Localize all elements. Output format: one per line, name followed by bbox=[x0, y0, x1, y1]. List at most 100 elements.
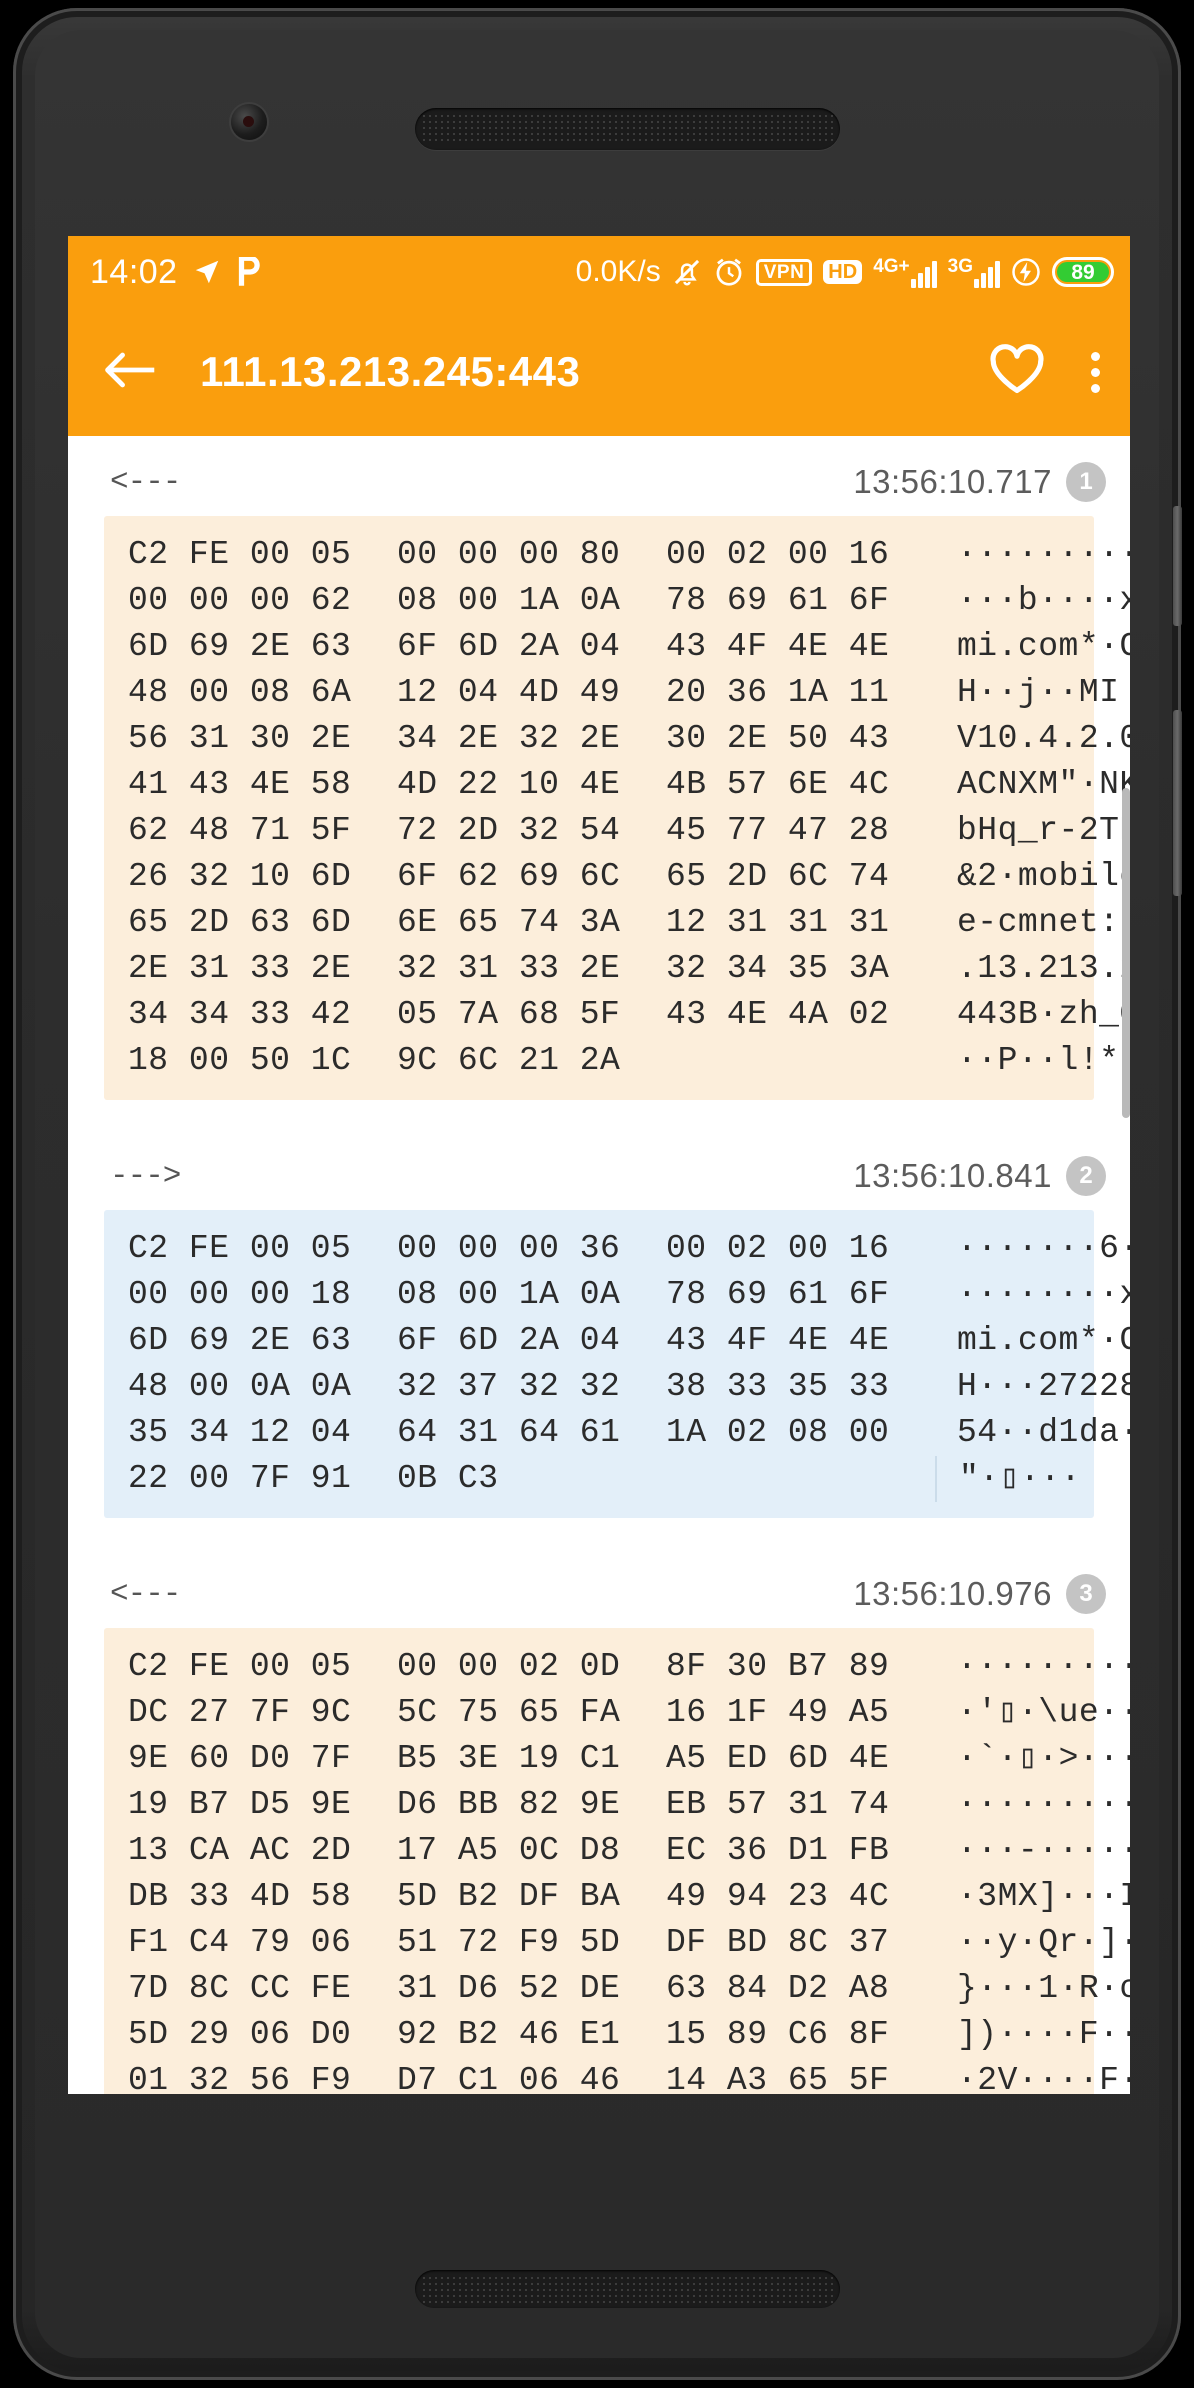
hex-dump-row: 22 00 7F 91 0B C3 "·▯··· bbox=[104, 1456, 1094, 1502]
ascii-column: H··j··MI 6·· bbox=[957, 674, 1120, 711]
hex-group-3: 4B 57 6E 4C bbox=[666, 766, 890, 803]
hex-group-2: 32 37 32 32 bbox=[397, 1368, 621, 1405]
hex-dump-row: 65 2D 63 6D 6E 65 74 3A 12 31 31 31 e-cmnet… bbox=[104, 900, 1130, 946]
phone-screen: 14:02 0.0K/s VPN HD 4G+ 3G 89 111.13.213… bbox=[68, 236, 1130, 2094]
hex-group-3: 65 2D 6C 74 bbox=[666, 858, 890, 895]
hex-group-1: 41 43 4E 58 bbox=[128, 766, 352, 803]
hex-group-3: 00 02 00 16 bbox=[666, 536, 890, 573]
hex-dump-row: 41 43 4E 58 4D 22 10 4E 4B 57 6E 4C ACNXM"·… bbox=[104, 762, 1130, 808]
battery-level-label: 89 bbox=[1071, 260, 1095, 284]
hex-group-1: 22 00 7F 91 bbox=[128, 1460, 352, 1497]
incoming-arrow-icon: <--- bbox=[110, 464, 181, 500]
hex-group-2: 31 D6 52 DE bbox=[397, 1970, 621, 2007]
packet-sequence-badge: 1 bbox=[1066, 462, 1106, 502]
hex-group-1: 65 2D 63 6D bbox=[128, 904, 352, 941]
hex-dump-row: 00 00 00 18 08 00 1A 0A 78 69 61 6F ·······… bbox=[104, 1272, 1130, 1318]
hex-group-3: 1A 02 08 00 bbox=[666, 1414, 890, 1451]
hex-group-1: 62 48 71 5F bbox=[128, 812, 352, 849]
battery-icon: 89 bbox=[1052, 257, 1114, 287]
hex-group-1: 01 32 56 F9 bbox=[128, 2062, 352, 2094]
incoming-arrow-icon: <--- bbox=[110, 1576, 181, 1612]
hex-group-3: 43 4F 4E 4E bbox=[666, 628, 890, 665]
hex-group-2: 6F 62 69 6C bbox=[397, 858, 621, 895]
hex-group-2: 6F 6D 2A 04 bbox=[397, 1322, 621, 1359]
ascii-column: ·2V····F··e_ bbox=[957, 2062, 1130, 2094]
mute-bell-icon bbox=[672, 256, 702, 288]
packet-header: ---> 13:56:10.841 2 bbox=[68, 1130, 1130, 1210]
alarm-icon bbox=[713, 256, 745, 288]
hex-group-2: D7 C1 06 46 bbox=[397, 2062, 621, 2094]
hex-dump-row: 34 34 33 42 05 7A 68 5F 43 4E 4A 02 443B·zh… bbox=[104, 992, 1130, 1038]
hex-group-2: 00 00 02 0D bbox=[397, 1648, 621, 1685]
hex-group-2: 08 00 1A 0A bbox=[397, 582, 621, 619]
hex-group-2: 4D 22 10 4E bbox=[397, 766, 621, 803]
hex-dump-row: 6D 69 2E 63 6F 6D 2A 04 43 4F 4E 4E mi.com*… bbox=[104, 624, 1130, 670]
packet-timestamp: 13:56:10.717 bbox=[853, 463, 1052, 500]
hex-group-1: 26 32 10 6D bbox=[128, 858, 352, 895]
hex-dump-row: F1 C4 79 06 51 72 F9 5D DF BD 8C 37 ··y·Qr·… bbox=[104, 1920, 1130, 1966]
hex-group-1: 19 B7 D5 9E bbox=[128, 1786, 352, 1823]
ascii-column: ············ bbox=[957, 536, 1130, 573]
back-button[interactable] bbox=[102, 349, 158, 396]
status-bar-left: 14:02 bbox=[90, 253, 262, 292]
hex-dump-block[interactable]: C2 FE 00 05 00 00 02 0D 8F 30 B7 89 ·······… bbox=[104, 1628, 1130, 2094]
volume-rocker-button[interactable] bbox=[1173, 710, 1182, 896]
hex-group-1: 48 00 08 6A bbox=[128, 674, 352, 711]
hex-dump-block[interactable]: C2 FE 00 05 00 00 00 36 00 02 00 16 ·······… bbox=[104, 1210, 1130, 1518]
packet-list[interactable]: <--- 13:56:10.717 1 C2 FE 00 05 00 00 00 80 0… bbox=[68, 436, 1130, 2094]
hex-dump-row: 19 B7 D5 9E D6 BB 82 9E EB 57 31 74 ·······… bbox=[104, 1782, 1130, 1828]
hex-group-1: C2 FE 00 05 bbox=[128, 1648, 352, 1685]
packet-sequence-badge: 3 bbox=[1066, 1574, 1106, 1614]
packet-separator bbox=[68, 1100, 1130, 1130]
hex-group-2: 6F 6D 2A 04 bbox=[397, 628, 621, 665]
hex-group-3: 14 A3 65 5F bbox=[666, 2062, 890, 2094]
hex-group-1: 18 00 50 1C bbox=[128, 1042, 352, 1079]
hex-group-3: 43 4E 4A 02 bbox=[666, 996, 890, 1033]
hex-group-2: 12 04 4D 49 bbox=[397, 674, 621, 711]
status-bar: 14:02 0.0K/s VPN HD 4G+ 3G 89 bbox=[68, 236, 1130, 308]
hex-dump-row: 9E 60 D0 7F B5 3E 19 C1 A5 ED 6D 4E ·`·▯·>·… bbox=[104, 1736, 1130, 1782]
packet-header: <--- 13:56:10.717 1 bbox=[68, 436, 1130, 516]
hex-group-1: 5D 29 06 D0 bbox=[128, 2016, 352, 2053]
packet-timestamp: 13:56:10.976 bbox=[853, 1575, 1052, 1612]
packet-entry[interactable]: <--- 13:56:10.717 1 C2 FE 00 05 00 00 00 80 0… bbox=[68, 436, 1130, 1100]
packet-entry[interactable]: ---> 13:56:10.841 2 C2 FE 00 05 00 00 00 36 0… bbox=[68, 1130, 1130, 1518]
hex-group-3: 8F 30 B7 89 bbox=[666, 1648, 890, 1685]
hex-group-1: 7D 8C CC FE bbox=[128, 1970, 352, 2007]
hex-group-2: 92 B2 46 E1 bbox=[397, 2016, 621, 2053]
hex-group-3: 15 89 C6 8F bbox=[666, 2016, 890, 2053]
more-options-button[interactable] bbox=[1091, 351, 1100, 393]
p-icon bbox=[236, 257, 262, 287]
hex-group-2: 51 72 F9 5D bbox=[397, 1924, 621, 1961]
hex-group-3: 63 84 D2 A8 bbox=[666, 1970, 890, 2007]
hex-group-3: DF BD 8C 37 bbox=[666, 1924, 890, 1961]
status-bar-right: 0.0K/s VPN HD 4G+ 3G 89 bbox=[576, 255, 1114, 289]
hex-group-1: DC 27 7F 9C bbox=[128, 1694, 352, 1731]
4g-signal-icon: 4G+ bbox=[873, 257, 937, 288]
ascii-column: &2·mobile-lt bbox=[957, 858, 1130, 895]
ascii-column: ·`·▯·>····mN bbox=[957, 1740, 1130, 1777]
packet-header: <--- 13:56:10.976 3 bbox=[68, 1548, 1130, 1628]
ascii-column: ·'▯·\ue···I· bbox=[957, 1694, 1130, 1731]
hex-group-2: 00 00 00 36 bbox=[397, 1230, 621, 1267]
hex-dump-row: DC 27 7F 9C 5C 75 65 FA 16 1F 49 A5 ·'▯·\ue… bbox=[104, 1690, 1130, 1736]
hex-dump-block[interactable]: C2 FE 00 05 00 00 00 80 00 02 00 16 ·······… bbox=[104, 516, 1130, 1100]
hex-group-2: 5D B2 DF BA bbox=[397, 1878, 621, 1915]
packet-entry[interactable]: <--- 13:56:10.976 3 C2 FE 00 05 00 00 02 0D 8… bbox=[68, 1548, 1130, 2094]
hex-group-2: 64 31 64 61 bbox=[397, 1414, 621, 1451]
hex-group-2: 17 A5 0C D8 bbox=[397, 1832, 621, 1869]
hd-icon: HD bbox=[823, 260, 863, 284]
hex-dump-row: DB 33 4D 58 5D B2 DF BA 49 94 23 4C ·3MX]··… bbox=[104, 1874, 1130, 1920]
hex-dump-row: 48 00 08 6A 12 04 4D 49 20 36 1A 11 H··j··M… bbox=[104, 670, 1119, 716]
hex-group-1: 00 00 00 62 bbox=[128, 582, 352, 619]
app-toolbar: 111.13.213.245:443 bbox=[68, 308, 1130, 436]
hex-dump-row: 35 34 12 04 64 31 64 61 1A 02 08 00 54··d1d… bbox=[104, 1410, 1130, 1456]
vertical-scrollbar[interactable] bbox=[1122, 788, 1130, 1118]
hex-group-2: 08 00 1A 0A bbox=[397, 1276, 621, 1313]
ascii-column: }···1·R·c··· bbox=[957, 1970, 1130, 2007]
favorite-button[interactable] bbox=[989, 343, 1045, 401]
hex-group-3: 49 94 23 4C bbox=[666, 1878, 890, 1915]
hex-group-1: 35 34 12 04 bbox=[128, 1414, 352, 1451]
hex-group-2: 5C 75 65 FA bbox=[397, 1694, 621, 1731]
power-button[interactable] bbox=[1173, 506, 1182, 626]
